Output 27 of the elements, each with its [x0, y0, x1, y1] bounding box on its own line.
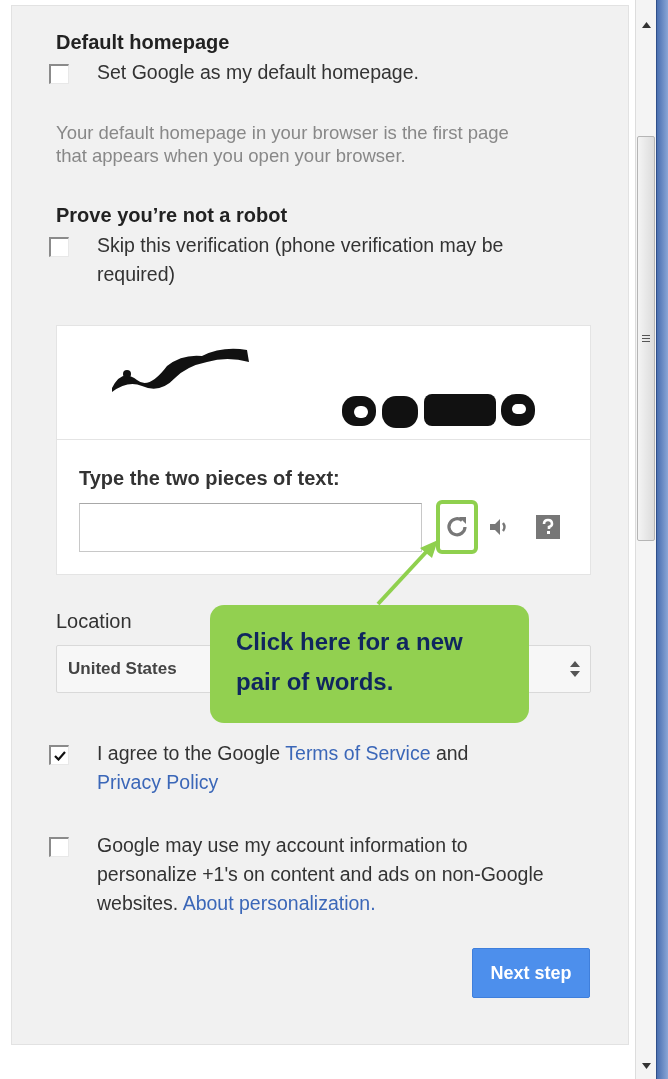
- checkbox-label: Set Google as my default homepage.: [97, 60, 419, 85]
- checkbox-label: Skip this verification (phone verification may be required): [97, 233, 505, 287]
- hint-text: Your default homepage in your browser is the first page that appears when you open your browser.: [56, 121, 510, 167]
- checkbox[interactable]: [49, 64, 69, 84]
- grip-icon: [642, 335, 650, 342]
- up-down-arrows-icon: [570, 661, 580, 677]
- link[interactable]: About personalization.: [182, 892, 376, 914]
- checkbox[interactable]: [49, 837, 69, 857]
- field-label: Location: [56, 609, 132, 633]
- next-step-button[interactable]: Next step: [472, 948, 590, 998]
- callout-tooltip: Click here for a new pair of words.: [210, 605, 529, 723]
- scrollbar[interactable]: [635, 0, 656, 1079]
- section-heading: Prove you’re not a robot: [56, 203, 289, 227]
- checkmark-icon: [53, 750, 66, 761]
- link[interactable]: Privacy Policy: [97, 771, 219, 793]
- scroll-thumb[interactable]: [637, 136, 655, 541]
- captcha-prompt: Type the two pieces of text:: [79, 466, 341, 490]
- scroll-down-icon[interactable]: [641, 1063, 651, 1069]
- captcha-input[interactable]: [79, 502, 422, 552]
- checkbox[interactable]: [49, 745, 69, 765]
- help-icon[interactable]: [536, 515, 560, 539]
- checkbox-label: I agree to the Google Terms of Service and Privacy Policy: [97, 741, 470, 795]
- scroll-up-icon[interactable]: [641, 22, 651, 28]
- link[interactable]: Terms of Service: [285, 742, 431, 764]
- section-heading: Default homepage: [56, 30, 231, 54]
- checkbox[interactable]: [49, 237, 69, 257]
- checkbox-label: Google may use my account information to personalize +1's on content and ads on non-Google websites. About personalization.: [97, 833, 545, 916]
